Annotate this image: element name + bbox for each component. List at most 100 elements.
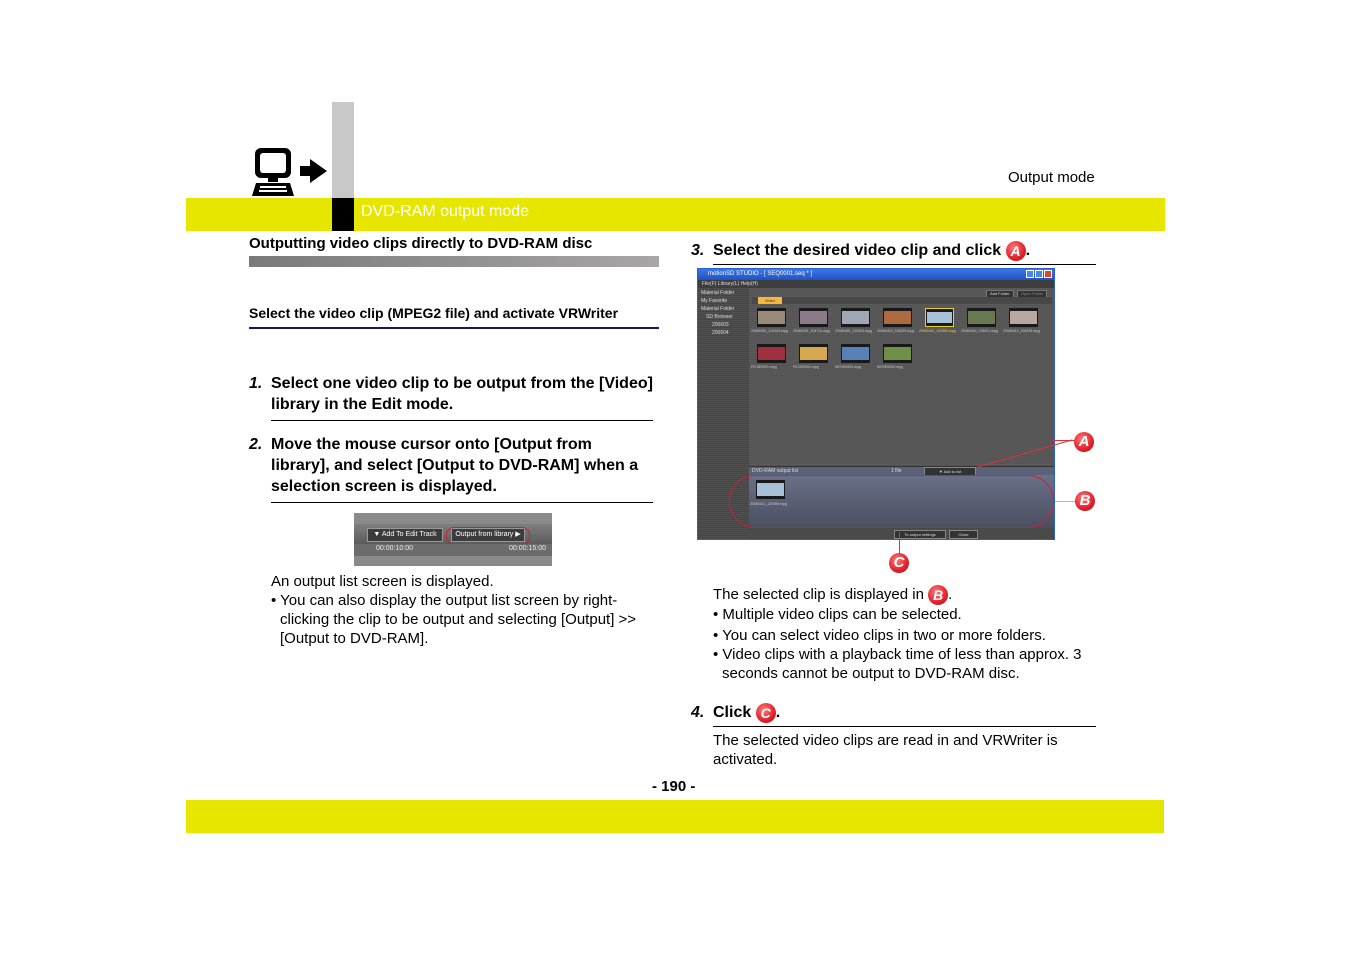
clip-name: 20060331_104711.mpg (793, 329, 830, 333)
clip-image (842, 347, 869, 360)
step-3-result: The selected clip is displayed in B. • M… (713, 585, 1103, 683)
clip-image (758, 311, 785, 324)
header-black-tab (332, 198, 354, 231)
callout-b-leader (1052, 501, 1076, 502)
step-number: 2. (249, 436, 263, 453)
step-2: 2. Move the mouse cursor onto [Output fr… (249, 434, 653, 503)
clip-thumbnail[interactable] (757, 344, 786, 363)
mode-label: Output mode (1008, 169, 1095, 186)
result-text: An output list screen is displayed. (271, 573, 494, 590)
clip-thumbnail[interactable] (841, 308, 870, 327)
clip-image (800, 311, 827, 324)
clip-image (842, 311, 869, 324)
callout-b-icon: B (1075, 491, 1095, 511)
step-text: Select the desired video clip and click … (713, 240, 1096, 265)
clip-name: PIC0E0001.mpg (751, 365, 777, 369)
tab-video[interactable]: Video (758, 297, 782, 304)
clip-name: 20060402_234020.mpg (877, 329, 914, 333)
callout-b-icon: B (928, 585, 949, 606)
result-text: The selected clip is displayed in B. (713, 585, 953, 606)
step-text: Select one video clip to be output from … (271, 373, 653, 421)
page-number: - 190 - (652, 778, 696, 795)
app-menubar[interactable]: File(F) Library(L) Help(H) (698, 280, 1054, 288)
section-label: DVD-RAM output mode (361, 203, 530, 220)
sidebar-item-200603[interactable]: 200603 (712, 322, 729, 328)
note-bullet: • You can select video clips in two or m… (713, 627, 1046, 645)
section-title-bar (249, 256, 659, 267)
library-tabbar: Video (752, 297, 1052, 304)
clip-image (800, 347, 827, 360)
step-1: 1. Select one video clip to be output fr… (249, 373, 653, 421)
output-from-library-screenshot: ▼ Add To Edit Track Output from library … (354, 513, 552, 566)
callout-c-leader (899, 532, 900, 554)
step-number: 3. (691, 242, 705, 259)
note-bullet: • Video clips with a playback time of le… (713, 646, 1082, 683)
clip-name: 20060411_120359.mpg (919, 329, 956, 333)
app-bottom-bar: To output settings Close (749, 528, 1054, 539)
subsection-title: Select the video clip (MPEG2 file) and a… (249, 304, 659, 329)
app-titlebar: motionSD STUDIO - [ SEQ0001.seq * ] (698, 269, 1054, 280)
minimize-icon[interactable] (1026, 270, 1034, 278)
clip-name: 20060414_133021.mpg (961, 329, 998, 333)
clip-image (927, 312, 952, 323)
app-title: motionSD STUDIO - [ SEQ0001.seq * ] (708, 271, 813, 277)
maximize-icon[interactable] (1035, 270, 1043, 278)
output-list-label: DVD-RAM output list (752, 468, 799, 474)
clip-thumbnail[interactable] (925, 308, 954, 327)
timeline-ruler: 00:00:10:00 00:00:15:00 (354, 544, 552, 556)
step-4: 4. Click C. (691, 702, 1096, 727)
clip-image (1010, 311, 1037, 324)
step-number: 1. (249, 375, 263, 392)
callout-a-leader-h (1052, 440, 1076, 441)
close-icon[interactable] (1044, 270, 1052, 278)
step-3: 3. Select the desired video clip and cli… (691, 240, 1096, 265)
clip-name: 20060401_120324.mpg (835, 329, 872, 333)
clip-thumbnail[interactable] (757, 308, 786, 327)
step-4-result: The selected video clips are read in and… (713, 732, 1058, 768)
header-gray-tab (332, 102, 354, 198)
step-2-result: An output list screen is displayed. • Yo… (271, 572, 656, 648)
clip-image (884, 311, 911, 324)
step-text: Click C. (713, 702, 1096, 727)
callout-c-icon: C (755, 702, 776, 723)
close-button[interactable]: Close (949, 530, 978, 539)
footer-band (186, 800, 1164, 833)
to-output-settings-button[interactable]: To output settings (894, 530, 946, 539)
sidebar-item-material-folder[interactable]: Material Folder (701, 306, 734, 312)
file-count: 1 file (891, 468, 902, 474)
clip-thumbnail[interactable] (883, 344, 912, 363)
clip-thumbnail[interactable] (1009, 308, 1038, 327)
sidebar-item-sd-browser[interactable]: SD Browser (706, 314, 733, 320)
step-text: Move the mouse cursor onto [Output from … (271, 434, 653, 503)
clip-thumbnail[interactable] (967, 308, 996, 327)
callout-a-icon: A (1074, 432, 1094, 452)
clip-name: 20060414_133205.mpg (1003, 329, 1040, 333)
clip-name: MOVE0003.mpg (835, 365, 861, 369)
clip-name: 20060331_101203.mpg (751, 329, 788, 333)
clip-thumbnail[interactable] (799, 344, 828, 363)
app-library-pane: Add Folder Open Folder Video 20060331_10… (749, 288, 1054, 468)
step-number: 4. (691, 704, 705, 721)
callout-c-icon: C (889, 553, 909, 573)
section-title: Outputting video clips directly to DVD-R… (249, 235, 593, 252)
highlight-ring-b (729, 475, 1054, 528)
note-bullet: • You can also display the output list s… (271, 592, 637, 647)
sidebar-item-200604[interactable]: 200604 (712, 330, 729, 336)
time-end: 00:00:15:00 (509, 545, 546, 552)
computer-output-icon (252, 148, 327, 196)
note-bullet: • Multiple video clips can be selected. (713, 606, 962, 624)
clip-image (968, 311, 995, 324)
sidebar-item-my-favorite[interactable]: My Favorite (701, 298, 727, 304)
add-to-edit-track-button[interactable]: ▼ Add To Edit Track (367, 528, 443, 542)
material-folder-header: Material Folder (701, 290, 735, 296)
clip-thumbnail[interactable] (799, 308, 828, 327)
clip-thumbnail[interactable] (841, 344, 870, 363)
clip-thumbnail[interactable] (883, 308, 912, 327)
output-list-bar: DVD-RAM output list 1 file ▼ Add to list (749, 466, 1054, 476)
clip-image (758, 347, 785, 360)
clip-name: PIC0E0002.mpg (793, 365, 819, 369)
time-start: 00:00:10:00 (376, 545, 413, 552)
highlight-ring (446, 527, 530, 545)
callout-a-icon: A (1005, 240, 1026, 261)
clip-image (884, 347, 911, 360)
